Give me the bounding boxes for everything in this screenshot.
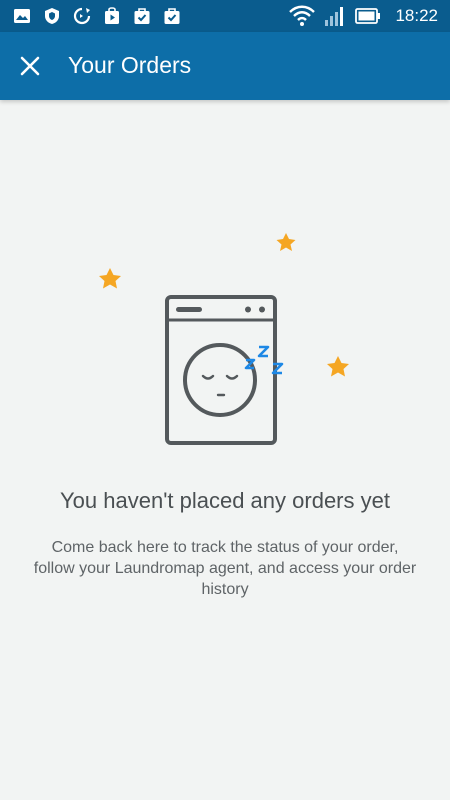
battery-icon: [355, 8, 381, 24]
briefcase-check-icon: [134, 8, 150, 24]
empty-state-description: Come back here to track the status of yo…: [33, 539, 417, 598]
shield-icon: [45, 8, 59, 24]
star-icon: [276, 233, 296, 251]
play-store-icon: [105, 7, 119, 24]
app-bar: Your Orders: [0, 32, 450, 100]
gallery-icon: [14, 9, 30, 23]
system-status: 18:22: [289, 5, 438, 27]
sync-icon: [73, 7, 91, 25]
sleeping-washing-machine-icon: [99, 233, 349, 445]
page-title: Your Orders: [68, 52, 192, 78]
status-bar: 18:22: [0, 0, 450, 32]
signal-icon: [325, 7, 344, 26]
status-time: 18:22: [395, 6, 438, 25]
star-icon: [99, 268, 121, 289]
wifi-icon: [289, 5, 316, 26]
star-icon: [327, 356, 349, 377]
briefcase-check-icon: [164, 8, 180, 24]
empty-state-title: You haven't placed any orders yet: [60, 488, 390, 513]
close-button[interactable]: [10, 46, 50, 86]
notification-icons: [12, 6, 182, 26]
close-icon: [20, 56, 40, 76]
